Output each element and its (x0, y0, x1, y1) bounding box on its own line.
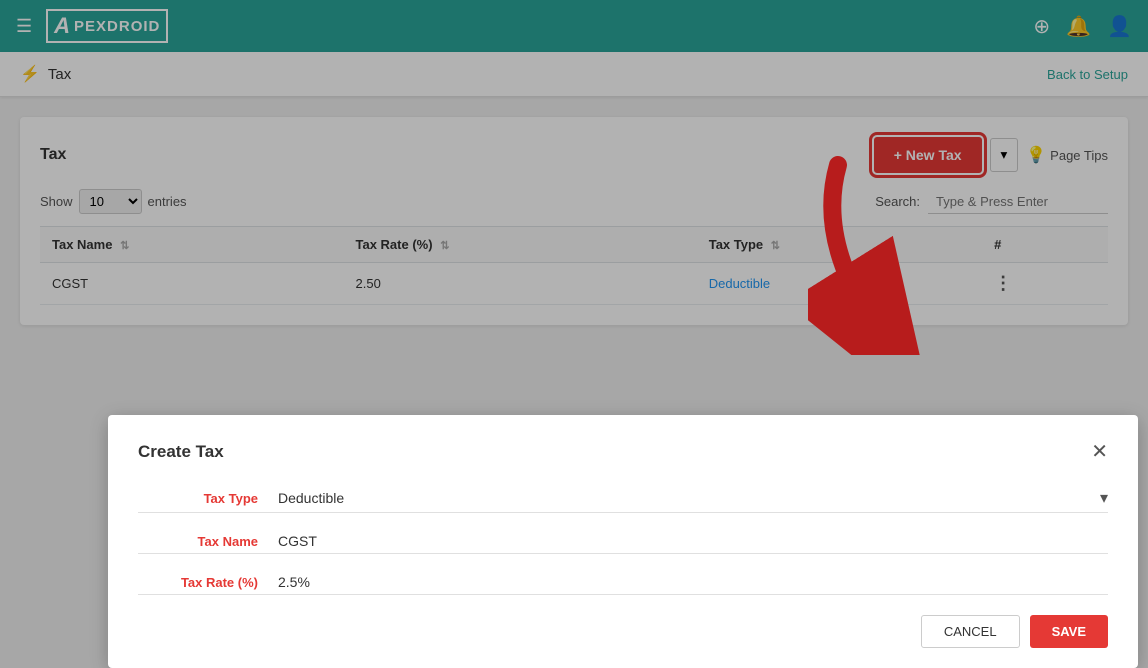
tax-rate-label: Tax Rate (%) (138, 575, 258, 590)
create-tax-modal: Create Tax ✕ Tax Type Deductible Non-Ded… (108, 415, 1138, 668)
modal-overlay: Create Tax ✕ Tax Type Deductible Non-Ded… (0, 0, 1148, 668)
save-button[interactable]: SAVE (1030, 615, 1108, 648)
tax-type-select[interactable]: Deductible Non-Deductible (278, 490, 1100, 506)
modal-header: Create Tax ✕ (138, 439, 1108, 464)
cancel-button[interactable]: CANCEL (921, 615, 1020, 648)
tax-name-label: Tax Name (138, 534, 258, 549)
tax-name-row: Tax Name (138, 533, 1108, 554)
tax-name-input[interactable] (278, 533, 1108, 549)
modal-footer: CANCEL SAVE (138, 615, 1108, 648)
tax-type-label: Tax Type (138, 491, 258, 506)
tax-type-select-wrapper: Deductible Non-Deductible ▾ (278, 488, 1108, 508)
tax-type-row: Tax Type Deductible Non-Deductible ▾ (138, 488, 1108, 513)
tax-rate-input[interactable] (278, 574, 1108, 590)
select-arrow-icon: ▾ (1100, 488, 1108, 508)
tax-rate-row: Tax Rate (%) (138, 574, 1108, 595)
modal-title: Create Tax (138, 442, 224, 462)
modal-close-button[interactable]: ✕ (1091, 439, 1108, 464)
